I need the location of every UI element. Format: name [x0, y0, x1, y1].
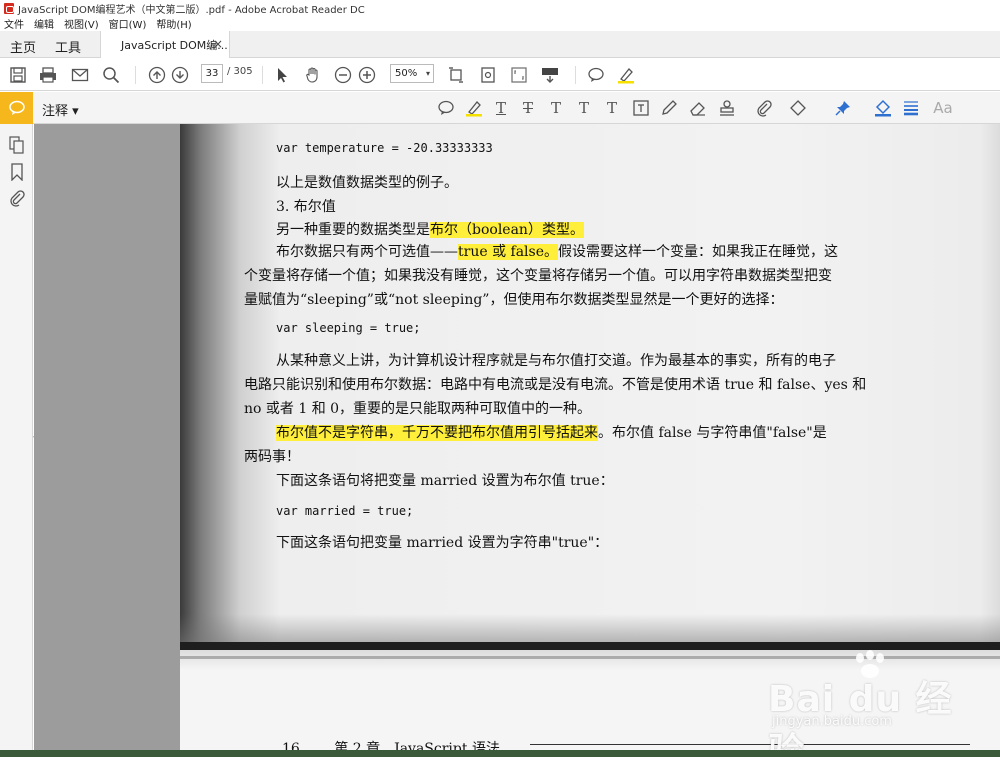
- text-line: 下面这条语句把变量 married 设置为字符串"true"：: [276, 535, 609, 551]
- previous-page-icon[interactable]: [147, 65, 167, 85]
- text-line: 另一种重要的数据类型是布尔（boolean）类型。: [276, 219, 584, 239]
- taskbar-strip: [0, 750, 1000, 757]
- text-span: 布尔数据只有两个可选值——: [276, 244, 458, 260]
- tab-tools[interactable]: 工具: [55, 37, 81, 56]
- bookmark-icon[interactable]: [8, 163, 26, 182]
- text-line: 从某种意义上讲，为计算机设计程序就是与布尔值打交道。作为最基本的事实，所有的电子: [276, 353, 836, 369]
- shapes-icon[interactable]: [788, 98, 808, 118]
- attachments-icon[interactable]: [8, 189, 26, 207]
- code-line: var sleeping = true;: [276, 321, 421, 335]
- save-icon[interactable]: [8, 65, 28, 85]
- page-shadow: [180, 614, 1000, 642]
- baidu-watermark: Bai du 经验 jingyan.baidu.com: [768, 650, 968, 757]
- stamp-icon[interactable]: [717, 98, 737, 118]
- menu-help[interactable]: 帮助(H): [156, 16, 191, 31]
- menu-bar: 文件 编辑 视图(V) 窗口(W) 帮助(H): [0, 16, 1000, 31]
- email-icon[interactable]: [70, 65, 90, 85]
- page-total: / 305: [227, 66, 253, 77]
- text-line: 布尔值不是字符串，千万不要把布尔值用引号括起来。布尔值 false 与字符串值"…: [276, 422, 827, 442]
- title-bar: JavaScript DOM编程艺术（中文第二版）.pdf - Adobe Ac…: [0, 0, 1000, 16]
- strikethrough-text-icon[interactable]: T: [518, 98, 538, 118]
- menu-file[interactable]: 文件: [4, 16, 24, 31]
- tab-bar: 主页 工具 JavaScript DOM编... ×: [0, 31, 1000, 58]
- underline-text-icon[interactable]: T: [491, 98, 511, 118]
- menu-window[interactable]: 窗口(W): [109, 16, 147, 31]
- toolbar-separator: [262, 66, 263, 84]
- chevron-down-icon: ▾: [425, 69, 430, 78]
- page-thumbnails-icon[interactable]: [8, 136, 26, 154]
- pencil-icon[interactable]: [659, 98, 679, 118]
- tab-document-label: JavaScript DOM编...: [121, 38, 228, 52]
- section-heading: 3. 布尔值: [276, 199, 336, 215]
- text-line: 布尔数据只有两个可选值——true 或 false。假设需要这样一个变量：如果我…: [276, 241, 838, 261]
- next-page-icon[interactable]: [170, 65, 190, 85]
- menu-view[interactable]: 视图(V): [64, 16, 99, 31]
- toolbar-separator: [135, 66, 136, 84]
- watermark-url: jingyan.baidu.com: [772, 714, 892, 729]
- select-cursor-icon[interactable]: [272, 65, 292, 85]
- text-line: 下面这条语句将把变量 married 设置为布尔值 true：: [276, 473, 614, 489]
- font-style-icon[interactable]: Aa: [930, 98, 956, 118]
- text-line: 量赋值为“sleeping”或“not sleeping”，但使用布尔数据类型显…: [244, 292, 784, 308]
- tab-document[interactable]: JavaScript DOM编... ×: [100, 31, 230, 58]
- highlighted-text: 布尔（boolean）类型。: [430, 222, 584, 238]
- pin-icon[interactable]: [833, 98, 853, 118]
- text-line: 以上是数值数据类型的例子。: [276, 175, 458, 191]
- text-box-icon[interactable]: [631, 98, 651, 118]
- fit-page-icon[interactable]: [446, 65, 466, 85]
- highlighted-text: 布尔值不是字符串，千万不要把布尔值用引号括起来: [276, 425, 598, 441]
- text-line: 电路只能识别和使用布尔数据：电路中有电流或是没有电流。不管是使用术语 true …: [244, 377, 867, 393]
- add-text-icon[interactable]: T: [602, 98, 622, 118]
- left-navigation-rail: [0, 124, 33, 757]
- text-line: no 或者 1 和 0，重要的是只能取两种可取值中的一种。: [244, 401, 592, 417]
- full-screen-icon[interactable]: [509, 65, 529, 85]
- print-icon[interactable]: [38, 65, 58, 85]
- menu-edit[interactable]: 编辑: [34, 16, 54, 31]
- toolbar-separator: [575, 66, 576, 84]
- code-line: var married = true;: [276, 504, 414, 518]
- window-title: JavaScript DOM编程艺术（中文第二版）.pdf - Adobe Ac…: [18, 4, 365, 16]
- line-style-icon[interactable]: [901, 98, 921, 118]
- comment-panel-icon[interactable]: [0, 92, 33, 124]
- attach-file-icon[interactable]: [754, 98, 774, 118]
- rotate-view-icon[interactable]: [478, 65, 498, 85]
- tab-home[interactable]: 主页: [10, 37, 36, 56]
- code-line: var temperature = -20.33333333: [276, 141, 493, 155]
- comment-tools-label[interactable]: 注释 ▾: [42, 100, 79, 119]
- highlight-text-icon[interactable]: [464, 98, 484, 118]
- highlight-icon[interactable]: [616, 65, 636, 85]
- fill-color-icon[interactable]: [873, 98, 893, 118]
- zoom-level-select[interactable]: 50% ▾: [390, 64, 434, 83]
- search-icon[interactable]: [101, 65, 121, 85]
- eraser-icon[interactable]: [688, 98, 708, 118]
- text-span: 假设需要这样一个变量：如果我正在睡觉，这: [558, 244, 838, 260]
- close-tab-icon[interactable]: ×: [213, 37, 223, 51]
- insert-text-icon[interactable]: T: [574, 98, 594, 118]
- text-span: 另一种重要的数据类型是: [276, 222, 430, 238]
- text-line: 个变量将存储一个值；如果我没有睡觉，这个变量将存储另一个值。可以用字符串数据类型…: [244, 268, 832, 284]
- page-number-input[interactable]: 33: [201, 64, 223, 83]
- text-span: 。布尔值 false 与字符串值"false"是: [598, 425, 827, 441]
- text-line: 两码事！: [244, 449, 300, 465]
- acrobat-icon: [4, 2, 14, 14]
- page-gap: [180, 642, 1000, 650]
- sticky-note-icon[interactable]: [436, 98, 456, 118]
- zoom-out-icon[interactable]: [333, 65, 353, 85]
- replace-text-icon[interactable]: T: [546, 98, 566, 118]
- comment-icon[interactable]: [586, 65, 606, 85]
- highlighted-text: true 或 false。: [458, 244, 558, 260]
- zoom-level-value: 50%: [395, 68, 418, 79]
- hand-tool-icon[interactable]: [303, 65, 323, 85]
- scroll-mode-icon[interactable]: [540, 65, 560, 85]
- zoom-in-icon[interactable]: [357, 65, 377, 85]
